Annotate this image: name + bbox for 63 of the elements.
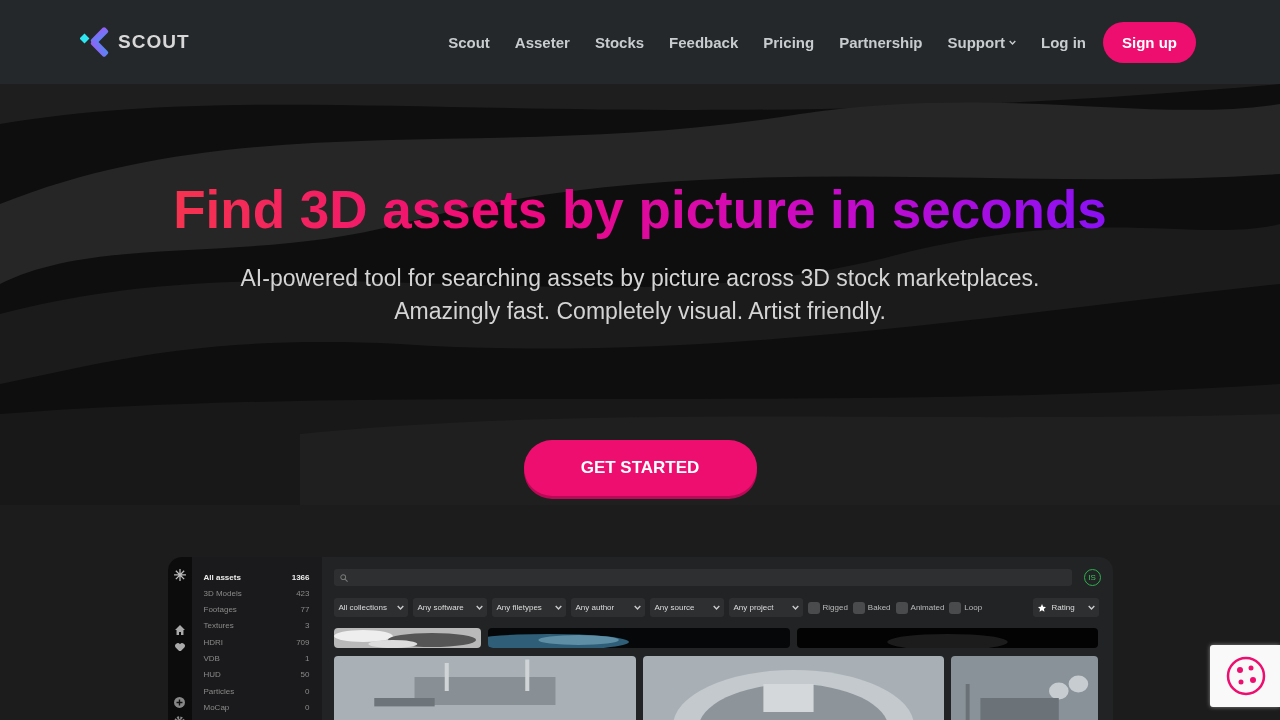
nav-link[interactable]: Stocks	[594, 33, 645, 51]
get-started-button[interactable]: GET STARTED	[523, 440, 757, 496]
filter-dropdown[interactable]: Any author	[570, 598, 645, 617]
checkbox[interactable]	[895, 601, 908, 614]
chevron-down-icon	[791, 605, 799, 610]
chevron-down-icon	[475, 605, 483, 610]
chevron-down-icon	[1087, 605, 1095, 610]
category-count: 0	[305, 702, 310, 712]
filter-dropdown[interactable]: Any software	[412, 598, 487, 617]
nav-link[interactable]: Scout	[448, 33, 490, 51]
category-count: 50	[300, 670, 310, 680]
checkbox[interactable]	[852, 601, 865, 614]
category-item[interactable]: 3D Models 423	[203, 587, 310, 600]
logo-icon	[80, 26, 110, 58]
cookie-icon	[1226, 656, 1266, 696]
checkbox[interactable]	[807, 601, 820, 614]
checkbox-label: Loop	[964, 603, 983, 612]
log-in-link[interactable]: Log in	[1041, 33, 1086, 51]
filter-dropdown[interactable]: All collections	[333, 598, 408, 617]
chevron-down-icon	[1009, 39, 1016, 45]
filter-dropdown[interactable]: Any source	[649, 598, 724, 617]
category-item[interactable]: VDB 1	[203, 652, 310, 665]
category-item[interactable]: HDRI 709	[203, 636, 310, 649]
category-item[interactable]: Textures 3	[203, 619, 310, 632]
nav-link[interactable]: Partnership	[839, 33, 923, 51]
sort-dropdown[interactable]: Rating	[1032, 598, 1099, 617]
category-item[interactable]: All assets 1366	[203, 571, 310, 583]
search-field[interactable]	[333, 569, 1072, 586]
nav-link[interactable]: Support	[947, 33, 1016, 51]
add-icon	[174, 697, 185, 709]
nav-link[interactable]: Pricing	[763, 33, 815, 51]
nav-link[interactable]: Asseter	[514, 33, 570, 51]
category-count: 1	[305, 654, 310, 663]
chevron-down-icon	[712, 605, 720, 610]
chevron-down-icon	[396, 605, 404, 610]
nav-link[interactable]: Feedback	[669, 33, 739, 51]
snowflake-icon	[173, 569, 186, 581]
filter-dropdown[interactable]: Any filetypes	[491, 598, 566, 617]
sign-up-button[interactable]: Sign up	[1103, 21, 1196, 63]
category-count: 77	[300, 605, 310, 615]
logo-text: SCOUT	[118, 31, 190, 53]
category-item[interactable]: Footages 77	[203, 603, 310, 616]
search-icon	[339, 573, 348, 582]
star-icon	[1037, 603, 1046, 612]
checkbox-label: Baked	[867, 603, 891, 612]
category-count: 0	[305, 686, 310, 696]
checkbox-label: Rigged	[822, 603, 848, 612]
hero-subtitle: AI-powered tool for searching assets by picture across 3D stock marketplaces. Amazingly fast. Completely visual. Artist friendly.	[240, 264, 1040, 326]
cookie-badge[interactable]	[1210, 645, 1280, 707]
chevron-down-icon	[554, 605, 562, 610]
home-icon	[174, 624, 185, 635]
heart-icon	[174, 642, 185, 652]
filter-dropdown[interactable]: Any project	[728, 598, 803, 617]
category-count: 3	[305, 621, 310, 631]
category-count: 423	[296, 588, 310, 598]
category-count: 709	[296, 637, 310, 647]
checkbox-label: Animated	[910, 603, 945, 612]
category-item[interactable]: Particles 0	[203, 685, 310, 698]
category-item[interactable]: MoCap 0	[203, 701, 310, 714]
chevron-down-icon	[633, 605, 641, 610]
checkbox[interactable]	[949, 601, 962, 614]
category-count: 1366	[291, 572, 310, 582]
category-item[interactable]: HUD 50	[203, 668, 310, 681]
